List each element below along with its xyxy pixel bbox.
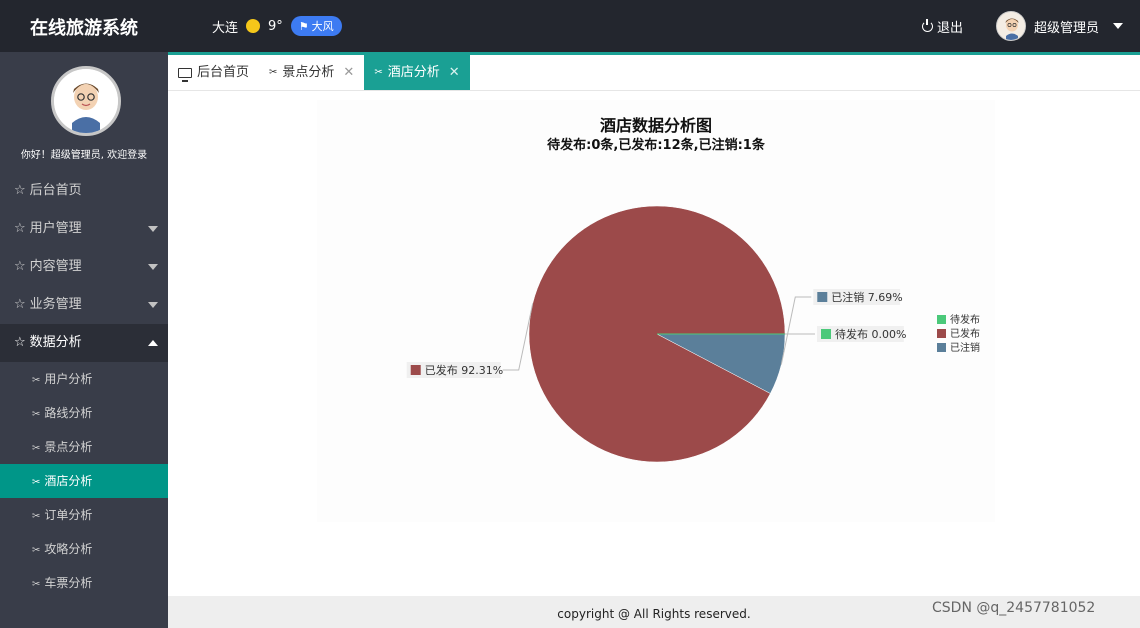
wind-label: 大风 (311, 20, 334, 33)
tools-icon: ✂ (374, 67, 383, 78)
weather-temperature: 9° (268, 18, 283, 34)
chevron-up-icon (148, 340, 158, 346)
sidebar-subitem-route-analysis[interactable]: ✂ 路线分析 (0, 396, 168, 430)
tab-hotel-analysis[interactable]: ✂ 酒店分析 ✕ (364, 55, 470, 90)
sidebar-item-label: 业务管理 (29, 297, 82, 312)
tools-icon: ✂ (32, 443, 41, 454)
sidebar-subitem-label: 路线分析 (44, 406, 93, 420)
sidebar-subitem-label: 景点分析 (44, 440, 93, 454)
sidebar-subitem-scenic-analysis[interactable]: ✂ 景点分析 (0, 430, 168, 464)
legend-swatch (937, 343, 946, 352)
logout-button[interactable]: 退出 (922, 17, 963, 36)
tools-icon: ✂ (32, 579, 41, 590)
close-icon[interactable]: ✕ (449, 55, 460, 90)
flag-icon: ⚑ (298, 19, 309, 33)
tab-dashboard[interactable]: 后台首页 (168, 55, 259, 90)
avatar (51, 66, 121, 136)
sidebar-subitem-label: 订单分析 (44, 508, 93, 522)
pie-chart-canvas: 待发布 0.00% 已发布 92.31% 已注销 7.69% 待发布已发布已注销 (406, 205, 980, 463)
data-label: 待发布 0.00% (835, 327, 906, 341)
legend-item[interactable]: 已发布 (950, 327, 980, 340)
logout-label: 退出 (937, 21, 964, 36)
sidebar-subitem-guide-analysis[interactable]: ✂ 攻略分析 (0, 532, 168, 566)
top-header: 在线旅游系统 大连 9° ⚑ 大风 退出 超级管理员 (0, 0, 1140, 52)
chevron-down-icon (148, 302, 158, 308)
sidebar-subitem-order-analysis[interactable]: ✂ 订单分析 (0, 498, 168, 532)
sidebar-item-content-management[interactable]: ☆ 内容管理 (0, 248, 168, 286)
weather-widget: 大连 9° ⚑ 大风 (212, 16, 342, 36)
tools-icon: ✂ (269, 67, 278, 78)
sidebar-subitem-hotel-analysis[interactable]: ✂ 酒店分析 (0, 464, 168, 498)
sidebar-nav: ☆ 后台首页 ☆ 用户管理 ☆ 内容管理 ☆ 业务管理 ☆ 数据分析 ✂ 用户分析 ✂ 路线分… (0, 172, 168, 600)
star-icon: ☆ (14, 221, 26, 236)
watermark: CSDN @q_2457781052 (932, 600, 1096, 616)
star-icon: ☆ (14, 297, 26, 312)
legend-swatch (937, 329, 946, 338)
data-label: 已注销 7.69% (831, 290, 902, 304)
data-label-swatch (817, 292, 828, 302)
legend-swatch (937, 315, 946, 324)
tab-bar: 后台首页 ✂ 景点分析 ✕ ✂ 酒店分析 ✕ (168, 55, 1140, 91)
tools-icon: ✂ (32, 545, 41, 556)
star-icon: ☆ (14, 259, 26, 274)
close-icon[interactable]: ✕ (343, 55, 354, 90)
sidebar-item-label: 后台首页 (29, 183, 82, 198)
sidebar-item-label: 内容管理 (29, 259, 82, 274)
legend-item[interactable]: 已注销 (950, 341, 980, 354)
copyright-text: copyright @ All Rights reserved. (557, 607, 751, 621)
power-icon (922, 19, 933, 32)
tab-label: 景点分析 (282, 65, 335, 80)
sidebar-subitem-ticket-analysis[interactable]: ✂ 车票分析 (0, 566, 168, 600)
user-name: 超级管理员 (1034, 20, 1100, 36)
avatar (996, 11, 1026, 41)
sidebar-subitem-label: 攻略分析 (44, 542, 93, 556)
sidebar-subitem-user-analysis[interactable]: ✂ 用户分析 (0, 362, 168, 396)
tools-icon: ✂ (32, 375, 41, 386)
app-title: 在线旅游系统 (30, 18, 138, 39)
legend-item[interactable]: 待发布 (950, 313, 980, 326)
chevron-down-icon (1113, 23, 1124, 29)
sidebar: 你好！超级管理员, 欢迎登录 ☆ 后台首页 ☆ 用户管理 ☆ 内容管理 ☆ 业务管理 ☆… (0, 52, 168, 628)
chevron-down-icon (148, 226, 158, 232)
star-icon: ☆ (14, 183, 26, 198)
tab-scenic-analysis[interactable]: ✂ 景点分析 ✕ (259, 55, 364, 90)
sidebar-item-business-management[interactable]: ☆ 业务管理 (0, 286, 168, 324)
wind-badge: ⚑ 大风 (290, 16, 342, 36)
data-label: 已发布 92.31% (425, 363, 503, 377)
sidebar-item-data-analysis[interactable]: ☆ 数据分析 (0, 324, 168, 362)
chevron-down-icon (148, 264, 158, 270)
tools-icon: ✂ (32, 409, 41, 420)
data-label-swatch (821, 329, 831, 339)
sidebar-item-label: 数据分析 (29, 335, 82, 350)
tab-label: 后台首页 (197, 65, 250, 80)
welcome-text: 你好！超级管理员, 欢迎登录 (20, 150, 148, 161)
tools-icon: ✂ (32, 477, 41, 488)
tools-icon: ✂ (32, 511, 41, 522)
sidebar-subitem-label: 酒店分析 (44, 474, 93, 488)
sidebar-subitem-label: 车票分析 (44, 576, 93, 590)
sidebar-subitem-label: 用户分析 (44, 372, 93, 386)
user-menu[interactable]: 超级管理员 (996, 11, 1124, 41)
hotel-pie-chart: 酒店数据分析图 待发布:0条,已发布:12条,已注销:1条 待发布 0.00% 已… (317, 100, 995, 522)
monitor-icon (178, 67, 192, 82)
label-leader-line (780, 296, 812, 365)
data-label-swatch (410, 365, 421, 375)
tab-label: 酒店分析 (387, 65, 440, 80)
sun-icon (246, 19, 261, 33)
star-icon: ☆ (14, 335, 26, 350)
label-leader-line (502, 303, 534, 371)
weather-city: 大连 (212, 20, 239, 36)
sidebar-item-label: 用户管理 (29, 221, 82, 236)
profile-panel: 你好！超级管理员, 欢迎登录 (0, 52, 168, 172)
sidebar-item-dashboard[interactable]: ☆ 后台首页 (0, 172, 168, 210)
sidebar-item-user-management[interactable]: ☆ 用户管理 (0, 210, 168, 248)
